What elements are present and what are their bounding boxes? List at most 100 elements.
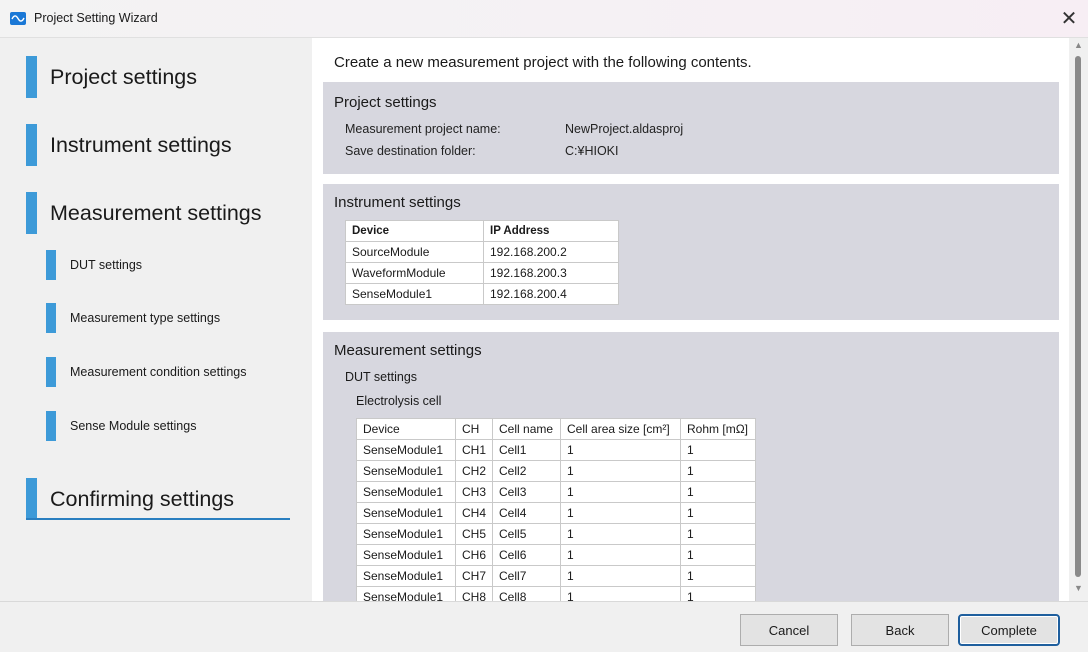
channel-cell: CH4 bbox=[454, 502, 494, 524]
summary-content: Create a new measurement project with th… bbox=[312, 38, 1069, 601]
complete-button[interactable]: Complete bbox=[958, 614, 1060, 646]
device-cell: SenseModule1 bbox=[356, 439, 456, 461]
channel-cell: CH7 bbox=[454, 565, 494, 587]
nav-item-instrument-settings[interactable]: Instrument settings bbox=[26, 124, 232, 166]
cell-name-cell: Cell2 bbox=[492, 460, 562, 482]
scroll-up-icon[interactable]: ▲ bbox=[1073, 40, 1084, 50]
table-row: SenseModule1 CH6 Cell6 1 1 bbox=[356, 544, 756, 566]
table-row: SenseModule1 CH8 Cell8 1 1 bbox=[356, 586, 756, 601]
channel-cell: CH5 bbox=[454, 523, 494, 545]
rohm-cell: 1 bbox=[680, 544, 756, 566]
cell-name-cell: Cell7 bbox=[492, 565, 562, 587]
cell-name-cell: Cell8 bbox=[492, 586, 562, 601]
table-row: SenseModule1 192.168.200.4 bbox=[345, 283, 619, 305]
wizard-steps-nav: Project settings Instrument settings Mea… bbox=[0, 38, 312, 602]
channel-cell: CH1 bbox=[454, 439, 494, 461]
project-name-value: NewProject.aldasproj bbox=[565, 122, 684, 136]
nav-item-measurement-settings[interactable]: Measurement settings bbox=[26, 192, 262, 234]
step-marker bbox=[46, 303, 56, 333]
ip-cell: 192.168.200.4 bbox=[483, 283, 619, 305]
step-marker bbox=[46, 357, 56, 387]
save-folder-value: C:¥HIOKI bbox=[565, 144, 619, 158]
app-wave-icon bbox=[10, 12, 26, 25]
step-marker bbox=[26, 478, 37, 520]
device-cell: SenseModule1 bbox=[356, 481, 456, 503]
table-row: SenseModule1 CH3 Cell3 1 1 bbox=[356, 481, 756, 503]
area-cell: 1 bbox=[560, 565, 682, 587]
area-cell: 1 bbox=[560, 502, 682, 524]
back-button[interactable]: Back bbox=[851, 614, 949, 646]
measurement-settings-panel: Measurement settings DUT settings Electr… bbox=[323, 332, 1059, 601]
nav-subitem-label: Measurement type settings bbox=[70, 311, 221, 325]
project-name-label: Measurement project name: bbox=[345, 122, 501, 136]
electrolysis-cell-heading: Electrolysis cell bbox=[356, 394, 442, 408]
area-cell: 1 bbox=[560, 523, 682, 545]
intro-text: Create a new measurement project with th… bbox=[334, 54, 752, 71]
area-cell: 1 bbox=[560, 439, 682, 461]
rohm-cell: 1 bbox=[680, 460, 756, 482]
cell-name-cell: Cell1 bbox=[492, 439, 562, 461]
channel-cell: CH2 bbox=[454, 460, 494, 482]
step-marker bbox=[26, 124, 37, 166]
table-row: SenseModule1 CH1 Cell1 1 1 bbox=[356, 439, 756, 461]
close-icon[interactable]: ✕ bbox=[1056, 6, 1082, 32]
title-bar: Project Setting Wizard ✕ bbox=[0, 0, 1088, 38]
table-row: SenseModule1 CH4 Cell4 1 1 bbox=[356, 502, 756, 524]
step-marker bbox=[26, 56, 37, 98]
nav-subitem-label: Measurement condition settings bbox=[70, 365, 247, 379]
device-cell: SourceModule bbox=[345, 241, 484, 263]
column-header: Device bbox=[345, 220, 484, 242]
area-cell: 1 bbox=[560, 481, 682, 503]
nav-item-project-settings[interactable]: Project settings bbox=[26, 56, 197, 98]
device-cell: SenseModule1 bbox=[345, 283, 484, 305]
scroll-down-icon[interactable]: ▼ bbox=[1073, 583, 1084, 593]
device-cell: SenseModule1 bbox=[356, 523, 456, 545]
rohm-cell: 1 bbox=[680, 523, 756, 545]
nav-subitem-label: Sense Module settings bbox=[70, 419, 197, 433]
column-header: IP Address bbox=[483, 220, 619, 242]
rohm-cell: 1 bbox=[680, 502, 756, 524]
cell-name-cell: Cell4 bbox=[492, 502, 562, 524]
project-settings-panel: Project settings Measurement project nam… bbox=[323, 82, 1059, 174]
cell-name-cell: Cell6 bbox=[492, 544, 562, 566]
column-header: Cell name bbox=[492, 418, 562, 440]
ip-cell: 192.168.200.2 bbox=[483, 241, 619, 263]
nav-subitem-measurement-type[interactable]: Measurement type settings bbox=[46, 303, 220, 333]
channel-cell: CH6 bbox=[454, 544, 494, 566]
table-row: SenseModule1 CH5 Cell5 1 1 bbox=[356, 523, 756, 545]
device-cell: SenseModule1 bbox=[356, 586, 456, 601]
cell-name-cell: Cell3 bbox=[492, 481, 562, 503]
nav-subitem-label: DUT settings bbox=[70, 258, 143, 272]
channel-cell: CH8 bbox=[454, 586, 494, 601]
table-row: SenseModule1 CH2 Cell2 1 1 bbox=[356, 460, 756, 482]
area-cell: 1 bbox=[560, 586, 682, 601]
table-header-row: Device IP Address bbox=[345, 220, 619, 242]
panel-title: Project settings bbox=[334, 94, 437, 111]
save-folder-label: Save destination folder: bbox=[345, 144, 476, 158]
rohm-cell: 1 bbox=[680, 565, 756, 587]
panel-title: Instrument settings bbox=[334, 194, 461, 211]
table-row: SenseModule1 CH7 Cell7 1 1 bbox=[356, 565, 756, 587]
channel-cell: CH3 bbox=[454, 481, 494, 503]
scrollbar-thumb[interactable] bbox=[1075, 56, 1081, 577]
device-cell: WaveformModule bbox=[345, 262, 484, 284]
area-cell: 1 bbox=[560, 460, 682, 482]
wizard-footer: Cancel Back Complete bbox=[0, 601, 1088, 652]
cell-name-cell: Cell5 bbox=[492, 523, 562, 545]
nav-item-label: Confirming settings bbox=[50, 486, 235, 511]
nav-subitem-sense-module[interactable]: Sense Module settings bbox=[46, 411, 196, 441]
nav-subitem-measurement-condition[interactable]: Measurement condition settings bbox=[46, 357, 246, 387]
cancel-button[interactable]: Cancel bbox=[740, 614, 838, 646]
content-scrollbar[interactable]: ▲ ▼ bbox=[1069, 38, 1088, 601]
rohm-cell: 1 bbox=[680, 439, 756, 461]
cell-settings-table: Device CH Cell name Cell area size [cm²]… bbox=[356, 418, 756, 601]
nav-item-label: Project settings bbox=[50, 64, 197, 89]
instrument-settings-panel: Instrument settings Device IP Address So… bbox=[323, 184, 1059, 320]
nav-item-label: Instrument settings bbox=[50, 132, 232, 157]
device-cell: SenseModule1 bbox=[356, 502, 456, 524]
device-cell: SenseModule1 bbox=[356, 565, 456, 587]
nav-item-confirming-settings[interactable]: Confirming settings bbox=[26, 478, 234, 520]
nav-subitem-dut-settings[interactable]: DUT settings bbox=[46, 250, 142, 280]
active-step-underline bbox=[26, 518, 290, 520]
area-cell: 1 bbox=[560, 544, 682, 566]
